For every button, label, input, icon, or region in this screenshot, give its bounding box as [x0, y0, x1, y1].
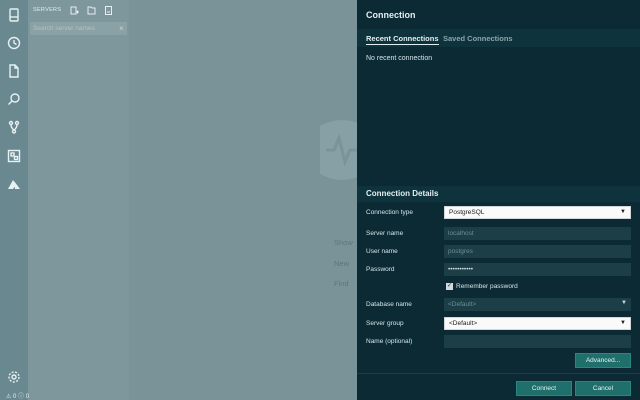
name-optional-label: Name (optional): [366, 338, 413, 345]
footer-divider: [357, 373, 640, 374]
servers-icon[interactable]: [7, 8, 21, 22]
connection-dialog: Connection Recent Connections Saved Conn…: [357, 0, 640, 400]
connection-type-select[interactable]: PostgreSQL ▼: [444, 206, 631, 219]
new-connection-icon[interactable]: [70, 6, 80, 15]
password-label: Password: [366, 266, 395, 273]
dialog-title: Connection: [366, 10, 416, 20]
connection-type-label: Connection type: [366, 209, 413, 216]
user-name-field[interactable]: postgres: [444, 245, 631, 258]
sidebar-title: SERVERS: [33, 7, 62, 13]
search-icon[interactable]: [7, 92, 21, 106]
user-name-label: User name: [366, 248, 398, 255]
server-group-value: <Default>: [449, 320, 478, 327]
database-name-label: Database name: [366, 301, 412, 308]
history-icon[interactable]: [7, 36, 21, 50]
name-optional-field[interactable]: [444, 335, 631, 348]
sidebar-header: SERVERS: [28, 0, 129, 20]
remember-password-checkbox[interactable]: ✓ Remember password: [446, 283, 518, 290]
advanced-button[interactable]: Advanced...: [575, 353, 631, 368]
main-editor-area: Show New Find: [129, 0, 364, 400]
activity-bar: [0, 0, 28, 400]
database-name-field[interactable]: <Default> ▼: [444, 298, 631, 311]
servers-sidebar: SERVERS ×: [28, 0, 129, 400]
tab-recent-connections[interactable]: Recent Connections: [366, 34, 439, 45]
status-indicators[interactable]: ⚠ 0 ⓘ 0: [6, 391, 29, 400]
server-search: ×: [30, 22, 127, 35]
search-input[interactable]: [30, 24, 115, 33]
welcome-find[interactable]: Find: [334, 279, 349, 288]
settings-icon[interactable]: [7, 370, 21, 384]
connect-button[interactable]: Connect: [516, 381, 572, 396]
server-group-select[interactable]: <Default> ▼: [444, 317, 631, 330]
file-icon[interactable]: [7, 64, 21, 78]
server-name-field[interactable]: localhost: [444, 227, 631, 240]
server-name-label: Server name: [366, 230, 404, 237]
password-value: •••••••••••: [448, 266, 474, 273]
database-name-value: <Default>: [448, 301, 477, 308]
remember-password-label: Remember password: [456, 283, 518, 290]
source-control-icon[interactable]: [7, 120, 21, 134]
chevron-down-icon: ▼: [620, 209, 626, 215]
welcome-show[interactable]: Show: [334, 238, 353, 247]
chevron-down-icon: ▼: [620, 320, 626, 326]
password-field[interactable]: •••••••••••: [444, 263, 631, 276]
recent-empty-message: No recent connection: [366, 55, 433, 62]
azure-icon[interactable]: [7, 177, 21, 191]
user-name-placeholder: postgres: [448, 248, 473, 255]
tab-saved-connections[interactable]: Saved Connections: [443, 34, 513, 43]
cancel-button[interactable]: Cancel: [575, 381, 631, 396]
server-group-label: Server group: [366, 320, 404, 327]
details-title: Connection Details: [366, 189, 439, 198]
active-connections-icon[interactable]: [104, 5, 113, 15]
server-name-placeholder: localhost: [448, 230, 474, 237]
chevron-down-icon: ▼: [621, 300, 627, 306]
connection-type-value: PostgreSQL: [449, 209, 485, 216]
welcome-new[interactable]: New: [334, 259, 349, 268]
clear-search-icon[interactable]: ×: [119, 24, 124, 33]
extensions-icon[interactable]: [7, 149, 21, 163]
new-group-icon[interactable]: [87, 6, 96, 15]
checkbox-checked-icon: ✓: [446, 283, 453, 290]
